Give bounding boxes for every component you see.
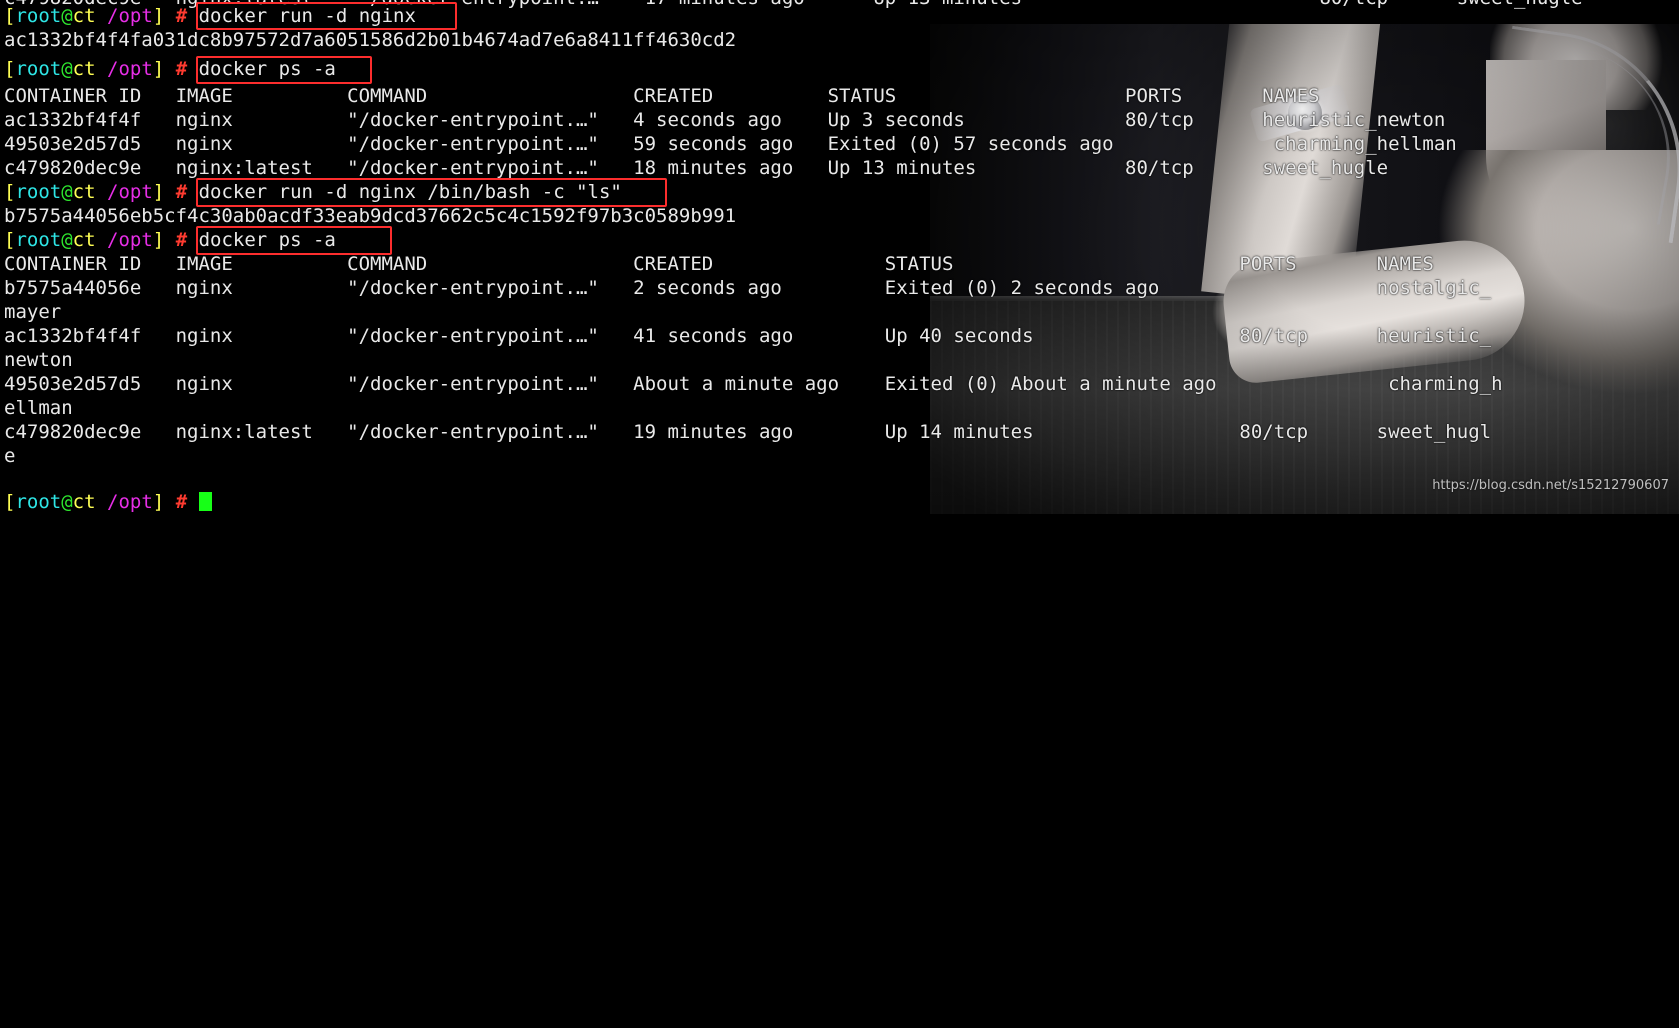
table-2-row-3-wrap: ellman xyxy=(4,397,73,419)
prompt-sigil: # xyxy=(175,58,188,80)
terminal-line-command-4: [root@ct /opt] # docker ps -a xyxy=(4,228,336,253)
prompt-close-bracket: ] xyxy=(152,491,165,513)
prompt-cwd: /opt xyxy=(107,491,153,513)
terminal-line-command-3: [root@ct /opt] # docker run -d nginx /bi… xyxy=(4,180,622,205)
prompt-space-3 xyxy=(187,181,198,203)
table-row: c479820dec9e nginx:latest "/docker-entry… xyxy=(4,156,1388,181)
prompt-user: root xyxy=(15,58,62,80)
prompt-at-symbol: @ xyxy=(61,58,73,80)
prompt-at-symbol: @ xyxy=(61,181,73,203)
prompt-user: root xyxy=(15,181,62,203)
prompt-space-1 xyxy=(96,229,107,251)
table-row-wrap: e xyxy=(4,444,15,469)
prompt-at-symbol: @ xyxy=(61,491,73,513)
prompt-space-2 xyxy=(164,58,175,80)
prompt-user: root xyxy=(15,229,62,251)
prompt-space-2 xyxy=(164,181,175,203)
command-docker-ps-a-1: docker ps -a xyxy=(198,58,336,80)
prompt-open-bracket: [ xyxy=(4,181,16,203)
prompt-cwd: /opt xyxy=(107,181,153,203)
prompt-cwd: /opt xyxy=(107,5,153,27)
table-2-row-1-wrap: mayer xyxy=(4,301,62,323)
prompt-close-bracket: ] xyxy=(152,5,165,27)
command-docker-ps-a-2: docker ps -a xyxy=(198,229,336,251)
terminal-line-command-2: [root@ct /opt] # docker ps -a xyxy=(4,57,336,82)
prompt-user: root xyxy=(15,491,62,513)
prompt-space-3 xyxy=(187,58,198,80)
prompt-host: ct xyxy=(72,181,96,203)
table-1-header-text: CONTAINER ID IMAGE COMMAND CREATED STATU… xyxy=(4,85,1320,107)
prompt-close-bracket: ] xyxy=(152,229,165,251)
prompt-space-3 xyxy=(187,229,198,251)
prompt-at-symbol: @ xyxy=(61,5,73,27)
table-row: ac1332bf4f4f nginx "/docker-entrypoint.…… xyxy=(4,108,1445,133)
table-2-row-4-wrap: e xyxy=(4,445,16,467)
table-row-wrap: ellman xyxy=(4,396,73,421)
terminal-line-hash-1: ac1332bf4f4fa031dc8b97572d7a6051586d2b01… xyxy=(4,28,736,53)
table-2-row-3: 49503e2d57d5 nginx "/docker-entrypoint.…… xyxy=(4,373,1503,395)
table-2-header-text: CONTAINER ID IMAGE COMMAND CREATED STATU… xyxy=(4,253,1434,275)
prompt-host: ct xyxy=(72,58,96,80)
table-2-header-row: CONTAINER ID IMAGE COMMAND CREATED STATU… xyxy=(4,252,1434,277)
text-cursor[interactable] xyxy=(198,492,212,511)
table-row-wrap: mayer xyxy=(4,300,61,325)
terminal-line-hash-2: b7575a44056eb5cf4c30ab0acdf33eab9dcd3766… xyxy=(4,204,736,229)
terminal-line-command-1: [root@ct /opt] # docker run -d nginx xyxy=(4,4,416,29)
prompt-open-bracket: [ xyxy=(4,229,16,251)
prompt-at-symbol: @ xyxy=(61,229,73,251)
prompt-cwd: /opt xyxy=(107,58,153,80)
prompt-space-1 xyxy=(96,5,107,27)
prompt-space-1 xyxy=(96,58,107,80)
table-row-wrap: newton xyxy=(4,348,73,373)
prompt-sigil: # xyxy=(175,229,188,251)
table-2-row-1: b7575a44056e nginx "/docker-entrypoint.…… xyxy=(4,277,1492,299)
table-1-row-2: 49503e2d57d5 nginx "/docker-entrypoint.…… xyxy=(4,133,1457,155)
prompt-sigil: # xyxy=(175,5,188,27)
terminal-line-active-prompt[interactable]: [root@ct /opt] # xyxy=(4,490,212,515)
output-container-hash-1: ac1332bf4f4fa031dc8b97572d7a6051586d2b01… xyxy=(4,29,737,51)
table-row: ac1332bf4f4f nginx "/docker-entrypoint.…… xyxy=(4,324,1491,349)
prompt-space-2 xyxy=(164,5,175,27)
table-2-row-4: c479820dec9e nginx:latest "/docker-entry… xyxy=(4,421,1492,443)
prompt-cwd: /opt xyxy=(107,229,153,251)
prompt-open-bracket: [ xyxy=(4,58,16,80)
prompt-space-2 xyxy=(164,229,175,251)
prompt-close-bracket: ] xyxy=(152,181,165,203)
terminal-screen[interactable]: c479820dec9e nginx:latest "/docker-entry… xyxy=(0,0,1679,514)
prompt-user: root xyxy=(15,5,62,27)
prompt-sigil: # xyxy=(175,181,188,203)
prompt-host: ct xyxy=(72,491,96,513)
table-1-row-1: ac1332bf4f4f nginx "/docker-entrypoint.…… xyxy=(4,109,1446,131)
table-1-row-3: c479820dec9e nginx:latest "/docker-entry… xyxy=(4,157,1389,179)
command-docker-run-nginx: docker run -d nginx xyxy=(198,5,416,27)
output-container-hash-2: b7575a44056eb5cf4c30ab0acdf33eab9dcd3766… xyxy=(4,205,737,227)
prompt-sigil: # xyxy=(175,491,188,513)
table-2-row-2-wrap: newton xyxy=(4,349,73,371)
table-1-header-row: CONTAINER ID IMAGE COMMAND CREATED STATU… xyxy=(4,84,1319,109)
prompt-open-bracket: [ xyxy=(4,491,16,513)
prompt-space-1 xyxy=(96,181,107,203)
prompt-host: ct xyxy=(72,5,96,27)
prompt-host: ct xyxy=(72,229,96,251)
table-row: 49503e2d57d5 nginx "/docker-entrypoint.…… xyxy=(4,132,1457,157)
prompt-space-3 xyxy=(187,5,198,27)
table-row: 49503e2d57d5 nginx "/docker-entrypoint.…… xyxy=(4,372,1503,397)
prompt-space-2 xyxy=(164,491,175,513)
prompt-open-bracket: [ xyxy=(4,5,16,27)
command-docker-run-bash: docker run -d nginx /bin/bash -c "ls" xyxy=(198,181,622,203)
watermark-url: https://blog.csdn.net/s15212790607 xyxy=(1432,478,1669,493)
table-2-row-2: ac1332bf4f4f nginx "/docker-entrypoint.…… xyxy=(4,325,1492,347)
prompt-close-bracket: ] xyxy=(152,58,165,80)
prompt-space-1 xyxy=(96,491,107,513)
table-row: b7575a44056e nginx "/docker-entrypoint.…… xyxy=(4,276,1491,301)
prompt-space-3 xyxy=(187,491,198,513)
table-row: c479820dec9e nginx:latest "/docker-entry… xyxy=(4,420,1491,445)
